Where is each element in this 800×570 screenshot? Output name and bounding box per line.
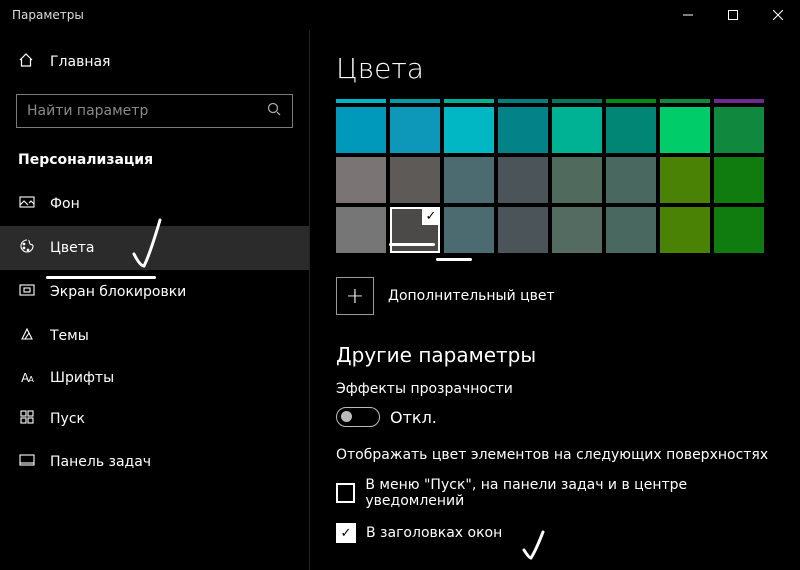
- lockscreen-icon: [18, 282, 36, 302]
- nav-label: Цвета: [50, 240, 94, 256]
- color-palette: ✓: [336, 107, 774, 253]
- settings-window: Параметры Главная Найти параметр: [0, 0, 800, 570]
- annotation-underline-swatch: [389, 243, 435, 246]
- color-swatch[interactable]: [660, 157, 710, 203]
- check-icon: ✓: [422, 207, 440, 225]
- color-swatch[interactable]: [498, 107, 548, 153]
- taskbar-icon: [18, 452, 36, 472]
- home-label: Главная: [50, 54, 110, 70]
- color-swatch[interactable]: [390, 107, 440, 153]
- nav-label: Шрифты: [50, 370, 114, 386]
- color-strip-cell: [336, 99, 386, 103]
- sidebar-item-taskbar[interactable]: Панель задач: [0, 440, 309, 484]
- color-swatch[interactable]: [606, 207, 656, 253]
- sidebar-item-fonts[interactable]: AA Шрифты: [0, 358, 309, 398]
- color-strip-cell: [390, 99, 440, 103]
- search-icon: [266, 101, 282, 121]
- color-swatch[interactable]: [444, 157, 494, 203]
- color-swatch[interactable]: [714, 107, 764, 153]
- annotation-underline: [46, 276, 156, 279]
- section-title: Персонализация: [0, 144, 309, 182]
- color-swatch[interactable]: [444, 107, 494, 153]
- color-swatch[interactable]: ✓: [390, 207, 440, 253]
- sidebar-item-background[interactable]: Фон: [0, 182, 309, 226]
- home-icon: [18, 52, 36, 72]
- annotation-underline-swatch2: [436, 258, 472, 261]
- checkbox-icon: [336, 523, 356, 543]
- more-params-title: Другие параметры: [336, 343, 774, 367]
- search-input[interactable]: Найти параметр: [16, 94, 293, 128]
- nav-label: Пуск: [50, 411, 85, 427]
- nav-label: Панель задач: [50, 454, 151, 470]
- color-swatch[interactable]: [660, 207, 710, 253]
- color-swatch[interactable]: [606, 157, 656, 203]
- sidebar-item-start[interactable]: Пуск: [0, 398, 309, 440]
- color-swatch[interactable]: [498, 207, 548, 253]
- checkbox-label: В меню "Пуск", на панели задач и в центр…: [365, 477, 774, 509]
- color-accent-strip: [336, 99, 774, 103]
- color-swatch[interactable]: [714, 207, 764, 253]
- checkbox-label: В заголовках окон: [366, 525, 502, 541]
- color-swatch[interactable]: [498, 157, 548, 203]
- sidebar-item-themes[interactable]: Темы: [0, 314, 309, 358]
- color-swatch[interactable]: [660, 107, 710, 153]
- color-swatch[interactable]: [336, 107, 386, 153]
- titlebar: Параметры: [0, 0, 800, 30]
- color-strip-cell: [498, 99, 548, 103]
- nav-label: Фон: [50, 196, 80, 212]
- color-swatch[interactable]: [714, 157, 764, 203]
- color-swatch[interactable]: [552, 157, 602, 203]
- close-button[interactable]: [755, 0, 800, 30]
- color-strip-cell: [606, 99, 656, 103]
- color-strip-cell: [714, 99, 764, 103]
- checkbox-icon: [336, 483, 355, 503]
- sidebar: Главная Найти параметр Персонализация Фо…: [0, 30, 310, 570]
- color-swatch[interactable]: [552, 207, 602, 253]
- color-swatch[interactable]: [552, 107, 602, 153]
- palette-icon: [18, 238, 36, 258]
- add-color-button[interactable]: +: [336, 277, 374, 315]
- themes-icon: [18, 326, 36, 346]
- picture-icon: [18, 194, 36, 214]
- color-swatch[interactable]: [336, 157, 386, 203]
- color-strip-cell: [660, 99, 710, 103]
- color-strip-cell: [552, 99, 602, 103]
- minimize-button[interactable]: [665, 0, 710, 30]
- transparency-label: Эффекты прозрачности: [336, 381, 774, 397]
- color-swatch[interactable]: [606, 107, 656, 153]
- start-icon: [18, 410, 36, 428]
- color-swatch[interactable]: [444, 207, 494, 253]
- window-title: Параметры: [12, 8, 84, 22]
- maximize-button[interactable]: [710, 0, 755, 30]
- checkbox-titlebars[interactable]: В заголовках окон: [336, 523, 774, 543]
- color-swatch[interactable]: [336, 207, 386, 253]
- color-swatch[interactable]: [390, 157, 440, 203]
- fonts-icon: AA: [18, 371, 36, 385]
- color-strip-cell: [444, 99, 494, 103]
- sidebar-item-colors[interactable]: Цвета: [0, 226, 309, 270]
- search-placeholder: Найти параметр: [27, 103, 258, 119]
- surface-label: Отображать цвет элементов на следующих п…: [336, 447, 774, 463]
- page-title: Цвета: [336, 52, 774, 85]
- checkbox-start-taskbar[interactable]: В меню "Пуск", на панели задач и в центр…: [336, 477, 774, 509]
- main-content: Цвета ✓ + Дополнительный цвет Другие пар…: [310, 30, 800, 570]
- home-link[interactable]: Главная: [0, 40, 309, 84]
- toggle-state-label: Откл.: [390, 408, 437, 427]
- add-color-label: Дополнительный цвет: [388, 288, 555, 304]
- nav-label: Экран блокировки: [50, 284, 186, 300]
- transparency-toggle[interactable]: [336, 407, 380, 427]
- nav-label: Темы: [50, 328, 89, 344]
